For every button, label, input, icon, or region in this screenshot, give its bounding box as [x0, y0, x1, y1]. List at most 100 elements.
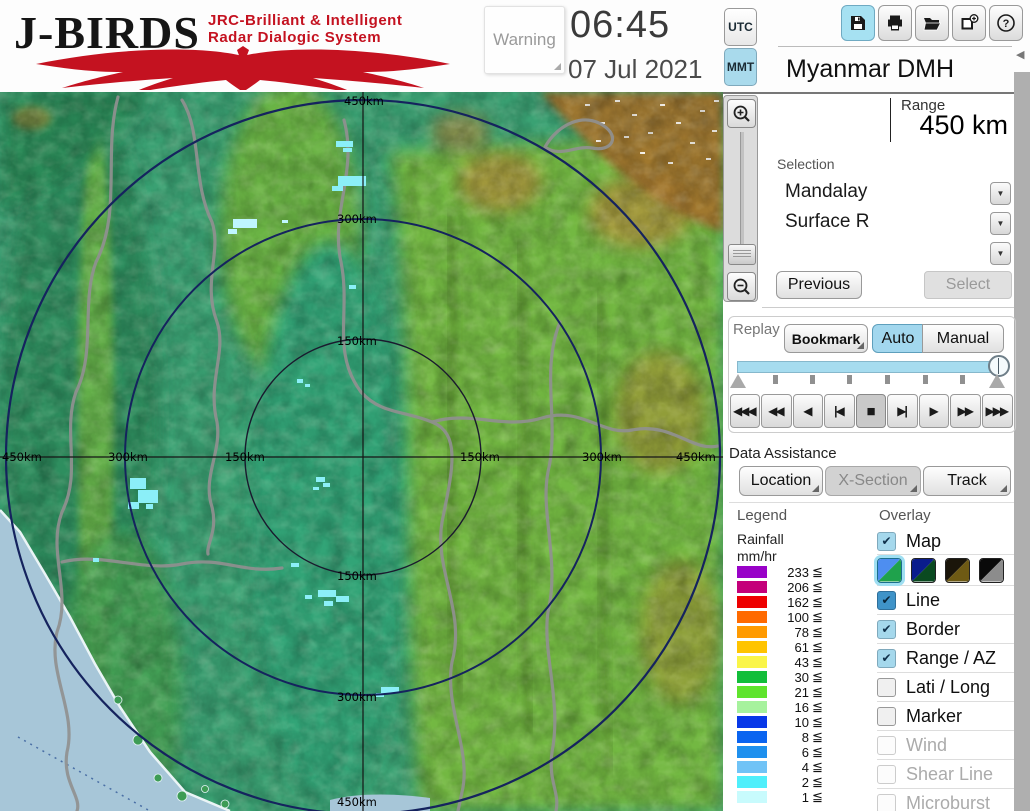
legend-row: 233≦: [737, 566, 867, 578]
legend-swatch: [737, 596, 767, 608]
checkbox-checked-icon[interactable]: ✔: [877, 532, 896, 551]
save-button[interactable]: [841, 5, 875, 41]
legend-row: 10≦: [737, 716, 867, 728]
overlay-panel: ✔ Map ✔ Line ✔: [877, 528, 1014, 811]
legend-row: 4≦: [737, 761, 867, 773]
stop-button[interactable]: ■: [856, 394, 887, 428]
option-dropdown-button[interactable]: ▼: [990, 242, 1011, 265]
panel-edge-strip: [1014, 72, 1030, 811]
legend-row: 16≦: [737, 701, 867, 713]
legend-swatch: [737, 611, 767, 623]
legend-row: 6≦: [737, 746, 867, 758]
overlay-item-range-az[interactable]: ✔ Range / AZ: [877, 643, 1014, 672]
legend-swatch: [737, 791, 767, 803]
selection-label: Selection: [777, 156, 835, 172]
step-backward-button[interactable]: |◀: [824, 394, 855, 428]
slider-tick: [885, 375, 890, 384]
replay-manual-button[interactable]: Manual: [922, 324, 1004, 353]
radar-map-display[interactable]: 450km 300km 150km 150km 300km 450km 450k…: [0, 92, 723, 811]
playback-controls: ◀◀◀ ◀◀ ◀ |◀ ■ ▶| ▶ ▶▶ ▶▶▶: [729, 394, 1013, 428]
checkbox-checked-icon[interactable]: ✔: [877, 649, 896, 668]
replay-auto-button[interactable]: Auto: [872, 324, 924, 353]
legend-swatch: [737, 731, 767, 743]
map-style-selector: [877, 554, 1014, 585]
overlay-item-map[interactable]: ✔ Map: [877, 528, 1014, 554]
map-style-swatch-3[interactable]: [945, 558, 970, 583]
checkbox-disabled-icon: [877, 736, 896, 755]
track-button[interactable]: Track: [923, 466, 1011, 496]
legend-row: 162≦: [737, 596, 867, 608]
location-button[interactable]: Location: [739, 466, 823, 496]
legend-row: 1≦: [737, 791, 867, 803]
map-style-swatch-4[interactable]: [979, 558, 1004, 583]
chevron-down-icon: ▼: [997, 219, 1005, 228]
play-forward-button[interactable]: ▶: [919, 394, 950, 428]
overlay-item-marker[interactable]: Marker: [877, 701, 1014, 730]
capture-image-button[interactable]: [952, 5, 986, 41]
svg-text:300km: 300km: [108, 450, 148, 464]
zoom-in-button[interactable]: [727, 99, 756, 128]
overlay-item-line[interactable]: ✔ Line: [877, 585, 1014, 614]
legend-swatch: [737, 581, 767, 593]
eagle-logo-icon: [28, 44, 458, 90]
overlay-item-shear-line: Shear Line: [877, 759, 1014, 788]
overlay-item-border[interactable]: ✔ Border: [877, 614, 1014, 643]
slider-start-marker[interactable]: [730, 374, 746, 388]
mmt-toggle-button[interactable]: MMT: [724, 48, 757, 86]
svg-text:150km: 150km: [460, 450, 500, 464]
radar-site-dropdown-value[interactable]: Mandalay: [785, 181, 867, 203]
map-style-swatch-2[interactable]: [911, 558, 936, 583]
xsection-button[interactable]: X-Section: [825, 466, 921, 496]
previous-button[interactable]: Previous: [776, 271, 862, 299]
product-dropdown-value[interactable]: Surface R: [785, 211, 869, 233]
svg-text:150km: 150km: [225, 450, 265, 464]
slider-tick: [810, 375, 815, 384]
replay-label: Replay: [733, 321, 780, 338]
slider-end-marker[interactable]: [989, 374, 1005, 388]
legend-swatch: [737, 761, 767, 773]
checkbox-unchecked-icon[interactable]: [877, 678, 896, 697]
fast-rewind-button[interactable]: ◀◀: [761, 394, 792, 428]
replay-slider-track[interactable]: [737, 361, 1006, 373]
help-button[interactable]: ?: [989, 5, 1023, 41]
warning-button[interactable]: Warning: [484, 6, 565, 74]
fastest-forward-button[interactable]: ▶▶▶: [982, 394, 1013, 428]
checkbox-checked-icon[interactable]: ✔: [877, 620, 896, 639]
zoom-out-button[interactable]: [727, 272, 756, 301]
zoom-slider-handle[interactable]: [728, 244, 756, 265]
legend-row: 30≦: [737, 671, 867, 683]
legend-swatch: [737, 656, 767, 668]
checkbox-checked-icon[interactable]: ✔: [877, 591, 896, 610]
play-backward-button[interactable]: ◀: [793, 394, 824, 428]
legend-swatch: [737, 776, 767, 788]
map-style-swatch-1[interactable]: [877, 558, 902, 583]
checkbox-disabled-icon: [877, 794, 896, 811]
terrain-layers: 450km 300km 150km 150km 300km 450km 450k…: [0, 92, 723, 811]
jbirds-window: J-BIRDS JRC-Brilliant & Intelligent Rada…: [0, 0, 1030, 811]
data-assistance-label: Data Assistance: [729, 445, 837, 462]
zoom-slider-track[interactable]: [740, 132, 744, 248]
legend-swatch: [737, 626, 767, 638]
fast-forward-button[interactable]: ▶▶: [950, 394, 981, 428]
product-dropdown-button[interactable]: ▼: [990, 212, 1011, 235]
legend-swatch: [737, 671, 767, 683]
chevron-down-icon: ▼: [997, 249, 1005, 258]
print-button[interactable]: [878, 5, 912, 41]
step-forward-button[interactable]: ▶|: [887, 394, 918, 428]
bookmark-button[interactable]: Bookmark: [784, 324, 868, 353]
utc-toggle-button[interactable]: UTC: [724, 8, 757, 46]
radar-site-dropdown-button[interactable]: ▼: [990, 182, 1011, 205]
legend-row: 78≦: [737, 626, 867, 638]
open-file-button[interactable]: [915, 5, 949, 41]
legend-swatch: [737, 641, 767, 653]
slider-tick: [960, 375, 965, 384]
legend-row: 206≦: [737, 581, 867, 593]
map-zoom-panel: [723, 95, 758, 302]
checkbox-unchecked-icon[interactable]: [877, 707, 896, 726]
panel-collapse-arrow-icon[interactable]: ◀: [1016, 48, 1024, 61]
help-icon: ?: [996, 13, 1016, 33]
overlay-item-lati-long[interactable]: Lati / Long: [877, 672, 1014, 701]
fastest-rewind-button[interactable]: ◀◀◀: [730, 394, 761, 428]
legend-scale: 233≦ 206≦ 162≦ 100≦ 78≦ 61≦ 43≦ 30≦ 21≦ …: [737, 566, 867, 806]
select-button[interactable]: Select: [924, 271, 1012, 299]
